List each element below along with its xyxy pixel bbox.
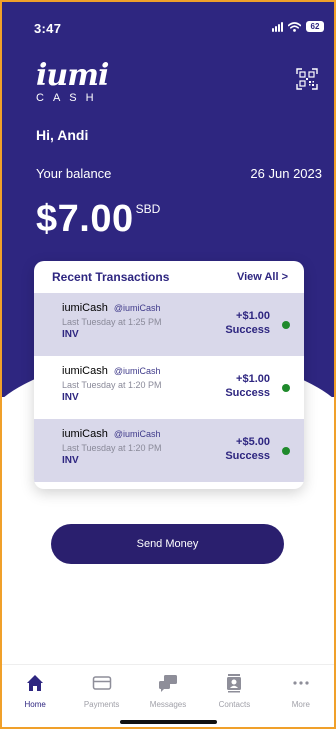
balance-value: $7.00 [36,198,134,240]
view-all-link[interactable]: View All > [237,271,288,283]
transaction-amount: +$5.00 [236,436,270,448]
transaction-status: Success [225,387,270,399]
tab-label: Home [24,700,46,709]
transaction-row[interactable]: iumiCash @iumiCash Last Tuesday at 1:20 … [34,356,304,419]
transaction-status: Success [225,450,270,462]
transaction-amount: +$1.00 [236,373,270,385]
tab-home[interactable]: Home [2,665,68,714]
transaction-handle: @iumiCash [113,366,161,376]
tab-label: Messages [149,700,187,709]
logo-wordmark: CASH [36,92,103,104]
tab-label: More [291,700,310,709]
chat-icon [159,675,178,692]
home-indicator [120,720,217,724]
card-icon [92,676,111,690]
transaction-handle: @iumiCash [113,429,161,439]
status-time: 3:47 [34,21,62,36]
tab-payments[interactable]: Payments [68,665,134,714]
transaction-row[interactable]: iumiCash @iumiCash Last Tuesday at 1:20 … [34,419,304,482]
transaction-name: iumiCash [62,302,108,314]
app-screen: 3:47 62 iumi CASH Hi, Andi Your balance … [0,0,336,729]
tab-label: Payments [83,700,120,709]
status-bar: 3:47 62 [34,20,324,38]
recent-transactions-title: Recent Transactions [52,270,170,284]
recent-transactions-card: Recent Transactions View All > iumiCash … [34,261,304,489]
home-icon [27,675,44,691]
signal-icon [272,21,283,32]
transaction-name: iumiCash [62,365,108,377]
tab-contacts[interactable]: Contacts [201,665,267,714]
transaction-name: iumiCash [62,428,108,440]
transaction-status: Success [225,324,270,336]
balance-label: Your balance [36,166,112,181]
success-dot-icon [282,447,290,455]
success-dot-icon [282,384,290,392]
battery-icon: 62 [306,21,324,32]
balance-currency: SBD [135,202,161,216]
transaction-handle: @iumiCash [113,303,161,313]
tab-more[interactable]: More [268,665,334,714]
greeting: Hi, Andi [36,127,89,143]
tab-label: Contacts [218,700,251,709]
tab-messages[interactable]: Messages [135,665,201,714]
balance-date: 26 Jun 2023 [250,166,322,181]
transaction-amount: +$1.00 [236,310,270,322]
wifi-icon [288,21,301,32]
send-money-button[interactable]: Send Money [51,524,284,564]
transaction-row[interactable]: iumiCash @iumiCash Last Tuesday at 1:25 … [34,293,304,356]
logo-script: iumi [36,58,109,93]
success-dot-icon [282,321,290,329]
qr-code-icon[interactable] [296,68,318,90]
bottom-tab-bar: Home Payments Messages Contacts More [2,664,334,714]
balance-amount: $7.00 SBD [36,198,160,241]
more-icon [293,681,309,685]
iumicash-logo: iumi CASH [36,58,109,105]
contacts-icon [227,674,242,693]
